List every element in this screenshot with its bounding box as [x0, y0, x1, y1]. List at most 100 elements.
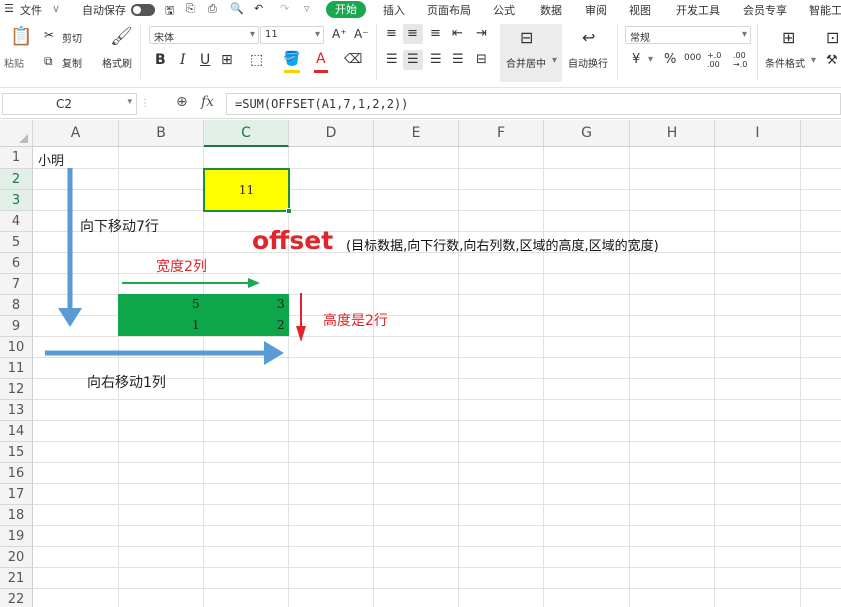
- name-box[interactable]: C2 ▾: [2, 93, 137, 115]
- tab-insert[interactable]: 插入: [383, 2, 405, 18]
- print-icon[interactable]: ⎙: [208, 2, 217, 16]
- justify-icon[interactable]: ☰: [452, 52, 464, 67]
- resize-handle-icon[interactable]: ⋮: [140, 98, 150, 109]
- cell-style-icon[interactable]: ⬚: [250, 52, 263, 68]
- wrap-text-button[interactable]: 自动换行: [568, 55, 608, 70]
- tab-view[interactable]: 视图: [629, 2, 651, 18]
- redo-icon[interactable]: ↷: [280, 2, 289, 15]
- align-left-icon[interactable]: ☰: [386, 52, 398, 67]
- tab-start[interactable]: 开始: [326, 1, 366, 18]
- number-format-value: 常规: [630, 33, 650, 44]
- copy-button[interactable]: 复制: [62, 55, 82, 70]
- tab-developer[interactable]: 开发工具: [676, 2, 720, 18]
- autosave-toggle[interactable]: [131, 4, 155, 16]
- preview-icon[interactable]: 🔍: [230, 2, 244, 15]
- zoom-icon[interactable]: ⊕: [176, 94, 188, 110]
- merge-center-button[interactable]: 合并居中: [506, 55, 546, 70]
- grow-font-button[interactable]: A⁺: [332, 27, 347, 41]
- chevron-down-icon: ▾: [249, 29, 255, 40]
- export-icon[interactable]: ⎘: [186, 2, 195, 16]
- chevron-down-icon: ▾: [314, 29, 320, 40]
- percent-button[interactable]: %: [664, 52, 676, 67]
- scissors-icon[interactable]: ✂: [44, 28, 54, 42]
- underline-button[interactable]: U: [200, 52, 210, 68]
- distribute-icon[interactable]: ⊟: [476, 52, 487, 67]
- ribbon: 📋 粘贴 ✂ 剪切 ⧉ 复制 🖌 格式刷 宋体 ▾ 11 ▾ A⁺ A⁻ B I…: [0, 20, 841, 88]
- wrap-icon[interactable]: ↩: [582, 28, 595, 47]
- tab-page-layout[interactable]: 页面布局: [427, 2, 471, 18]
- merge-icon[interactable]: ⊟: [520, 28, 533, 47]
- conditional-format-button[interactable]: 条件格式: [765, 55, 805, 70]
- divider: [617, 24, 618, 80]
- offset-description: (目标数据,向下行数,向右列数,区域的高度,区域的宽度): [346, 239, 659, 254]
- arrow-down-red: [296, 293, 306, 342]
- file-menu[interactable]: 文件: [20, 2, 42, 18]
- save-icon[interactable]: 🖫: [165, 2, 174, 21]
- arrow-right-green: [122, 278, 260, 288]
- chevron-down-icon: ▾: [741, 29, 747, 40]
- arrow-right-blue: [45, 341, 284, 365]
- chevron-down-icon[interactable]: ∨: [52, 2, 60, 15]
- divider: [140, 24, 141, 80]
- undo-icon[interactable]: ↶: [254, 2, 263, 15]
- menu-bar: ☰ 文件 ∨ 自动保存 🖫 ⎘ ⎙ 🔍 ↶ ↷ ▿ 开始 插入 页面布局 公式 …: [0, 0, 841, 20]
- tab-data[interactable]: 数据: [540, 2, 562, 18]
- align-bottom-icon[interactable]: ≡: [430, 26, 441, 41]
- fx-button[interactable]: fx: [201, 94, 214, 110]
- table-icon[interactable]: ⊞: [782, 28, 795, 47]
- bold-button[interactable]: B: [155, 52, 166, 68]
- paste-icon[interactable]: 📋: [10, 26, 32, 47]
- italic-button[interactable]: I: [180, 52, 186, 68]
- style-icon[interactable]: ⊡: [826, 28, 839, 47]
- eraser-icon[interactable]: ⌫: [344, 52, 362, 67]
- brush-icon[interactable]: 🖌: [110, 26, 133, 47]
- chevron-down-icon[interactable]: ▾: [552, 55, 557, 66]
- decrease-decimal-button[interactable]: .00 →.0: [733, 51, 753, 69]
- thousands-button[interactable]: 000: [684, 53, 701, 63]
- tool-icon[interactable]: ⚒: [826, 53, 838, 68]
- formula-bar: C2 ▾ ⋮ ⊕ fx =SUM(OFFSET(A1,7,1,2,2)): [0, 89, 841, 119]
- fill-color-icon[interactable]: 🪣: [283, 51, 300, 67]
- fill-color-swatch: [284, 70, 300, 73]
- number-format-select[interactable]: 常规 ▾: [625, 26, 751, 44]
- tab-smart[interactable]: 智能工: [809, 2, 841, 18]
- move-right-label: 向右移动1列: [87, 375, 166, 391]
- align-top-icon[interactable]: ≡: [386, 26, 397, 41]
- font-color-icon[interactable]: A: [316, 51, 326, 67]
- border-icon[interactable]: ⊞: [221, 52, 233, 68]
- chevron-down-icon[interactable]: ▾: [811, 55, 816, 66]
- annotation-arrows: [45, 168, 306, 365]
- divider: [757, 24, 758, 80]
- chevron-down-icon[interactable]: ▾: [648, 54, 653, 65]
- indent-icon[interactable]: ⇥: [476, 26, 487, 41]
- font-name-select[interactable]: 宋体 ▾: [149, 26, 259, 44]
- font-name-value: 宋体: [154, 33, 174, 44]
- width-label: 宽度2列: [156, 259, 207, 275]
- font-size-select[interactable]: 11 ▾: [260, 26, 324, 44]
- align-middle-icon[interactable]: ≡: [407, 26, 418, 41]
- customize-icon[interactable]: ▿: [304, 2, 310, 15]
- copy-icon[interactable]: ⧉: [44, 54, 53, 69]
- cut-button[interactable]: 剪切: [62, 30, 82, 45]
- tab-member[interactable]: 会员专享: [743, 2, 787, 18]
- increase-decimal-button[interactable]: +.0 .00: [707, 51, 727, 69]
- autosave-label: 自动保存: [82, 4, 126, 17]
- align-center-icon[interactable]: ☰: [407, 52, 419, 67]
- arrow-down-blue: [58, 168, 82, 327]
- move-down-label: 向下移动7行: [80, 219, 159, 235]
- font-size-value: 11: [265, 29, 278, 40]
- outdent-icon[interactable]: ⇤: [452, 26, 463, 41]
- paste-button[interactable]: 粘贴: [4, 55, 24, 70]
- shrink-font-button[interactable]: A⁻: [354, 27, 369, 41]
- offset-title: offset: [252, 226, 334, 255]
- name-box-value: C2: [56, 97, 73, 111]
- formula-input[interactable]: =SUM(OFFSET(A1,7,1,2,2)): [226, 93, 841, 115]
- tab-review[interactable]: 审阅: [585, 2, 607, 18]
- font-color-swatch: [314, 70, 328, 73]
- align-right-icon[interactable]: ☰: [430, 52, 442, 67]
- hamburger-icon[interactable]: ☰: [4, 2, 14, 15]
- currency-button[interactable]: ¥: [632, 52, 640, 67]
- tab-formulas[interactable]: 公式: [493, 2, 515, 18]
- format-painter-button[interactable]: 格式刷: [102, 55, 132, 70]
- height-label: 高度是2行: [323, 313, 388, 329]
